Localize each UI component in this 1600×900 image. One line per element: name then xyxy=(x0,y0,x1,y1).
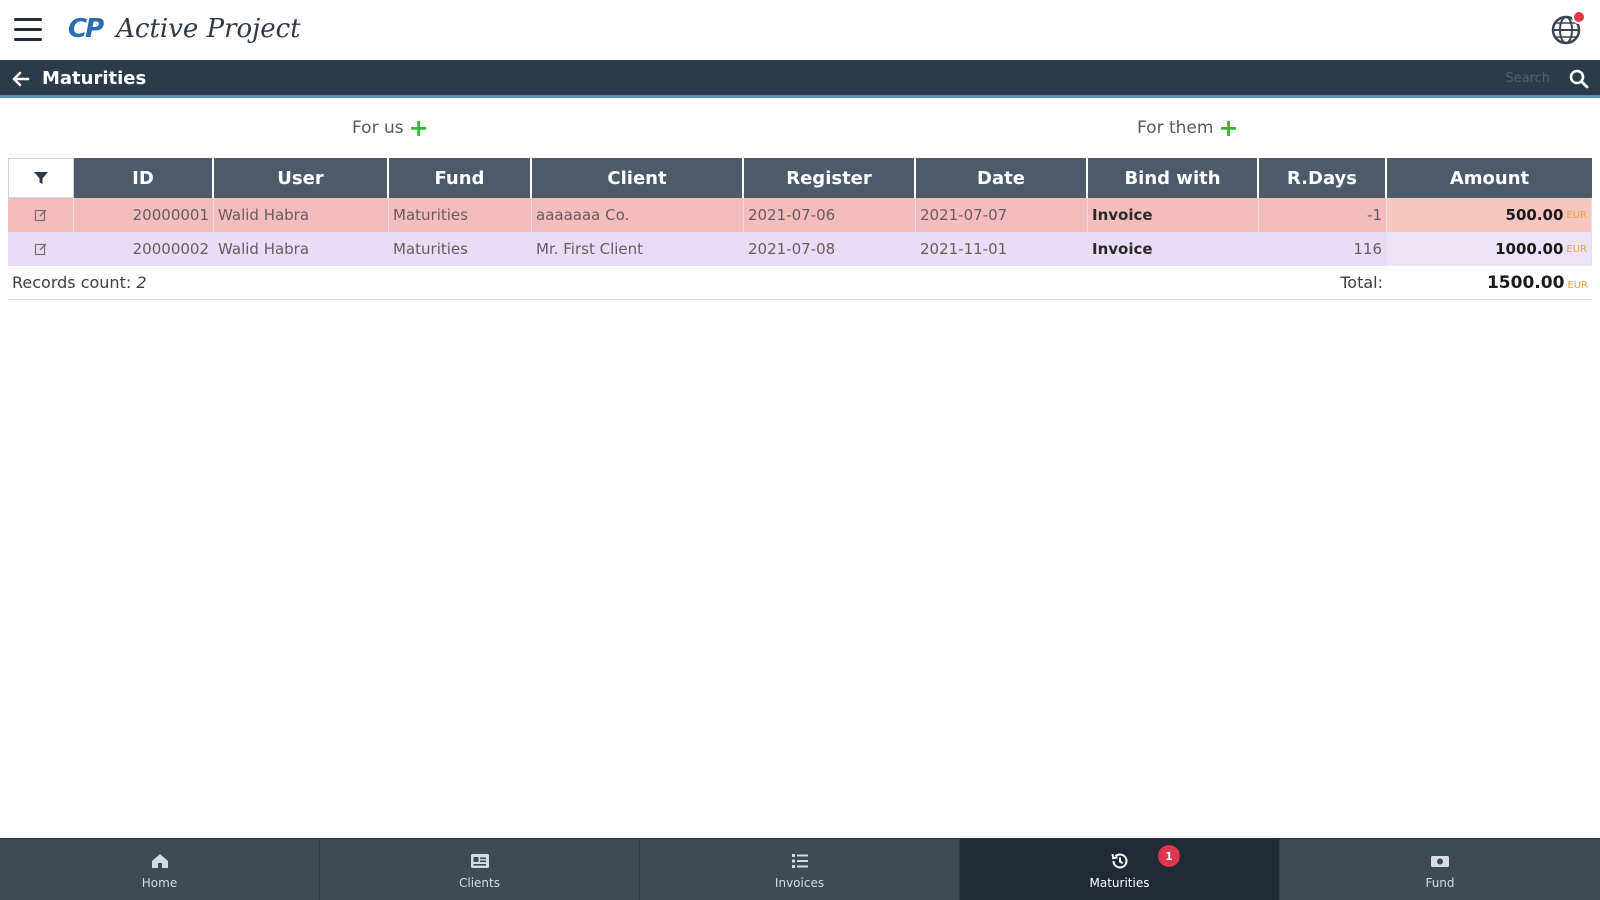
table-header-row: ID User Fund Client Register Date Bind w… xyxy=(8,158,1592,198)
cell-amount: 1000.00 EUR xyxy=(1387,232,1592,266)
page-title: Maturities xyxy=(42,68,147,89)
cell-register: 2021-07-08 xyxy=(744,232,916,266)
column-header-id[interactable]: ID xyxy=(74,158,214,198)
nav-home[interactable]: Home xyxy=(0,839,320,900)
nav-invoices-label: Invoices xyxy=(774,875,825,890)
table-row[interactable]: 20000001 Walid Habra Maturities aaaaaaa … xyxy=(8,198,1592,232)
plus-icon: + xyxy=(408,114,429,142)
total-value: 1500.00 xyxy=(1486,272,1565,293)
table-footer: Records count: 2 Total: 1500.00 EUR xyxy=(8,266,1592,300)
cell-fund: Maturities xyxy=(389,198,532,232)
records-count-label: Records count: xyxy=(12,273,132,292)
cell-bind-with: Invoice xyxy=(1088,232,1259,266)
add-for-us-button[interactable]: For us + xyxy=(352,114,429,142)
amount-value: 1000.00 xyxy=(1495,240,1564,258)
column-header-date[interactable]: Date xyxy=(916,158,1088,198)
nav-fund-label: Fund xyxy=(1425,875,1455,890)
cell-bind-with: Invoice xyxy=(1088,198,1259,232)
cell-id: 20000001 xyxy=(74,198,214,232)
cell-user: Walid Habra xyxy=(214,232,389,266)
menu-icon[interactable] xyxy=(14,18,42,42)
cell-rdays: 116 xyxy=(1259,232,1387,266)
currency-label: EUR xyxy=(1566,209,1587,221)
column-header-bind-with[interactable]: Bind with xyxy=(1088,158,1259,198)
nav-home-label: Home xyxy=(141,875,178,890)
title-bar: Maturities xyxy=(0,60,1600,98)
currency-label: EUR xyxy=(1566,243,1587,255)
clients-icon xyxy=(470,853,489,868)
search-icon[interactable] xyxy=(1568,68,1590,90)
app-root: CP Active Project Maturities Search For … xyxy=(0,0,1600,900)
notification-badge xyxy=(1572,10,1586,24)
column-header-rdays[interactable]: R.Days xyxy=(1259,158,1387,198)
column-header-register[interactable]: Register xyxy=(744,158,916,198)
table-row[interactable]: 20000002 Walid Habra Maturities Mr. Firs… xyxy=(8,232,1592,266)
cell-fund: Maturities xyxy=(389,232,532,266)
nav-maturities[interactable]: Maturities 1 xyxy=(960,839,1280,900)
cell-date: 2021-07-07 xyxy=(916,198,1088,232)
app-logo[interactable]: CP Active Project xyxy=(68,14,301,44)
nav-invoices[interactable]: Invoices xyxy=(640,839,960,900)
cell-user: Walid Habra xyxy=(214,198,389,232)
cell-register: 2021-07-06 xyxy=(744,198,916,232)
nav-clients-label: Clients xyxy=(459,875,500,890)
cell-client: Mr. First Client xyxy=(532,232,744,266)
total-label: Total: xyxy=(1340,273,1383,292)
search-input[interactable] xyxy=(1420,66,1550,90)
column-header-user[interactable]: User xyxy=(214,158,389,198)
cell-rdays: -1 xyxy=(1259,198,1387,232)
home-icon xyxy=(151,853,168,868)
add-for-them-label: For them xyxy=(1137,118,1214,138)
records-count: Records count: 2 xyxy=(8,273,1259,292)
amount-value: 500.00 xyxy=(1505,206,1564,224)
back-arrow-icon[interactable] xyxy=(10,68,32,90)
cell-amount: 500.00 EUR xyxy=(1387,198,1592,232)
top-header: CP Active Project xyxy=(0,0,1600,60)
history-icon xyxy=(1111,853,1127,868)
records-count-value: 2 xyxy=(136,273,147,292)
cell-id: 20000002 xyxy=(74,232,214,266)
maturities-table: ID User Fund Client Register Date Bind w… xyxy=(8,158,1592,300)
nav-clients[interactable]: Clients xyxy=(320,839,640,900)
plus-icon: + xyxy=(1218,114,1239,142)
nav-fund[interactable]: Fund xyxy=(1280,839,1600,900)
column-header-client[interactable]: Client xyxy=(532,158,744,198)
edit-icon[interactable] xyxy=(8,232,74,266)
logo-text: Active Project xyxy=(116,14,301,44)
fund-icon xyxy=(1431,855,1449,867)
nav-maturities-label: Maturities xyxy=(1089,875,1150,890)
filter-icon[interactable] xyxy=(8,158,74,198)
currency-label: EUR xyxy=(1567,279,1588,291)
cell-client: aaaaaaa Co. xyxy=(532,198,744,232)
column-header-fund[interactable]: Fund xyxy=(389,158,532,198)
logo-mark: CP xyxy=(68,14,104,44)
column-header-amount[interactable]: Amount xyxy=(1387,158,1592,198)
add-for-us-label: For us xyxy=(352,118,404,138)
maturities-badge: 1 xyxy=(1158,845,1180,867)
total-amount: 1500.00 EUR xyxy=(1387,273,1592,293)
add-for-them-button[interactable]: For them + xyxy=(1137,114,1239,142)
globe-icon[interactable] xyxy=(1550,10,1586,46)
edit-icon[interactable] xyxy=(8,198,74,232)
bottom-nav: Home Clients Invoices Maturities 1 Fund xyxy=(0,838,1600,900)
invoices-icon xyxy=(791,853,808,868)
cell-date: 2021-11-01 xyxy=(916,232,1088,266)
